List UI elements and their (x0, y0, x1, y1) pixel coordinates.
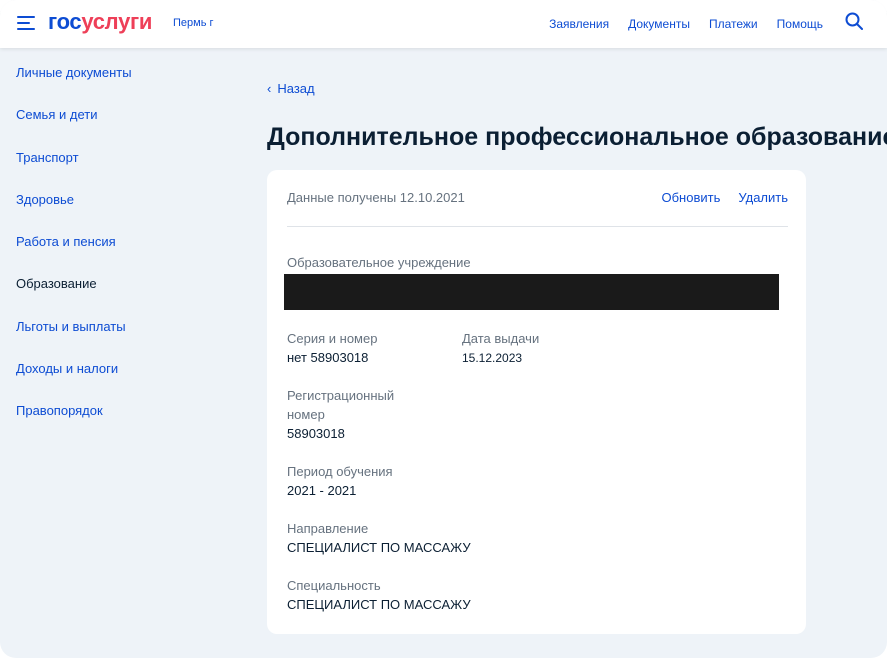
gosuslugi-logo[interactable]: госуслуги (48, 9, 152, 35)
reg-number-label-line2: номер (287, 407, 325, 422)
card-actions: Обновить Удалить (661, 190, 788, 206)
specialty-label: Специальность (287, 578, 381, 593)
sidebar-item-health[interactable]: Здоровье (16, 191, 236, 233)
redacted-institution (284, 274, 779, 310)
nav-applications[interactable]: Заявления (549, 16, 609, 32)
nav-payments[interactable]: Платежи (709, 16, 758, 32)
page-frame: госуслуги Пермь г Заявления Документы Пл… (0, 0, 887, 658)
sidebar-item-education[interactable]: Образование (16, 275, 236, 317)
sidebar-item-work-pension[interactable]: Работа и пенсия (16, 233, 236, 275)
reg-number-label-line1: Регистрационный (287, 388, 395, 403)
issue-date-value: 15.12.2023 (462, 351, 523, 365)
top-nav: Заявления Документы Платежи Помощь (549, 16, 823, 32)
series-value: нет 58903018 (287, 350, 369, 365)
sidebar-item-benefits[interactable]: Льготы и выплаты (16, 318, 236, 360)
sidebar-item-transport[interactable]: Транспорт (16, 149, 236, 191)
nav-help[interactable]: Помощь (777, 16, 823, 32)
logo-part-gos: гос (48, 9, 82, 34)
period-label: Период обучения (287, 464, 393, 479)
period-value: 2021 - 2021 (287, 483, 357, 498)
page-title: Дополнительное профессиональное образова… (267, 123, 887, 151)
logo-part-uslugi: услуги (81, 9, 153, 34)
back-link[interactable]: ‹ Назад (267, 81, 315, 97)
issue-date-label: Дата выдачи (462, 331, 540, 346)
direction-label: Направление (287, 521, 369, 536)
sidebar-item-personal-documents[interactable]: Личные документы (16, 64, 236, 106)
institution-label: Образовательное учреждение (287, 255, 471, 270)
direction-value: СПЕЦИАЛИСТ ПО МАССАЖУ (287, 540, 471, 555)
sidebar-item-law-order[interactable]: Правопорядок (16, 402, 236, 444)
menu-icon[interactable] (17, 16, 35, 30)
reg-number-value: 58903018 (287, 426, 345, 441)
sidebar-item-family[interactable]: Семья и дети (16, 106, 236, 148)
top-header: госуслуги Пермь г Заявления Документы Пл… (0, 0, 887, 48)
received-date: Данные получены 12.10.2021 (287, 190, 465, 205)
back-label: Назад (277, 81, 315, 96)
city-selector[interactable]: Пермь г (173, 16, 214, 30)
series-label: Серия и номер (287, 331, 378, 346)
sidebar-item-income-taxes[interactable]: Доходы и налоги (16, 360, 236, 402)
search-icon[interactable] (845, 12, 863, 30)
specialty-value: СПЕЦИАЛИСТ ПО МАССАЖУ (287, 597, 471, 612)
sidebar-nav: Личные документы Семья и дети Транспорт … (16, 64, 236, 445)
divider (287, 226, 788, 227)
document-card: Данные получены 12.10.2021 Обновить Удал… (267, 170, 806, 634)
refresh-button[interactable]: Обновить (661, 190, 720, 206)
delete-button[interactable]: Удалить (738, 190, 788, 206)
chevron-left-icon: ‹ (267, 81, 272, 96)
nav-documents[interactable]: Документы (628, 16, 690, 32)
